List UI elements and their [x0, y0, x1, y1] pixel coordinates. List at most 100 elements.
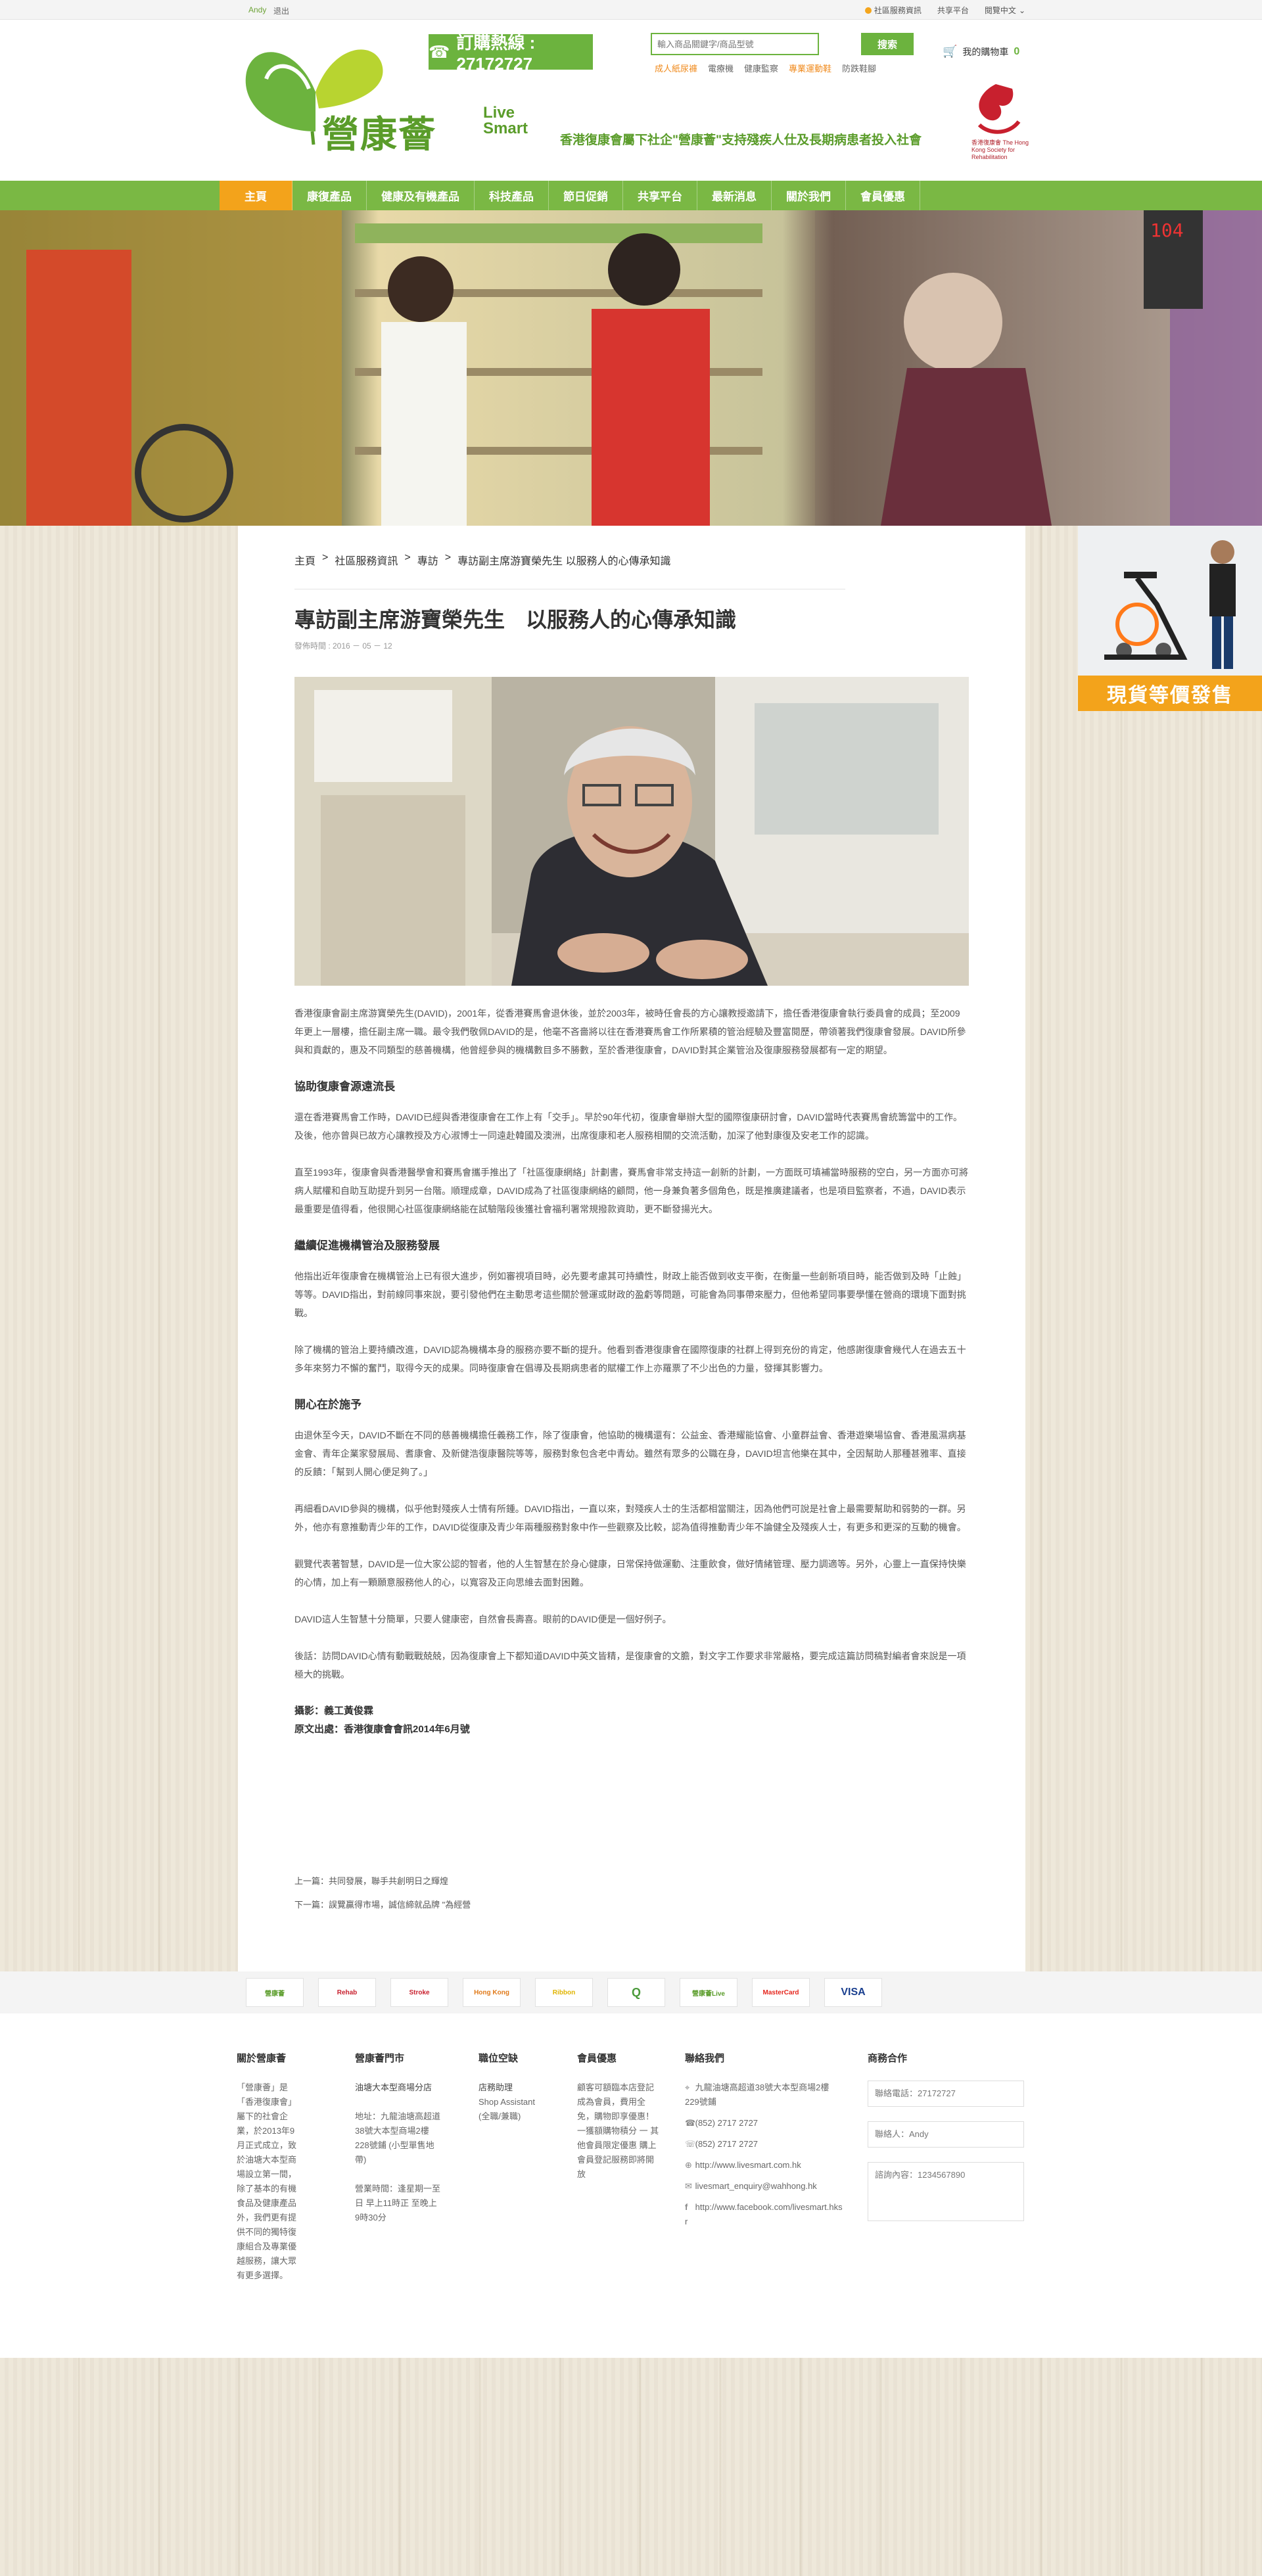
- contact-fax: ☏ (852) 2717 2727: [685, 2137, 843, 2151]
- nav-member[interactable]: 會員優惠: [846, 181, 920, 210]
- prev-article-link[interactable]: 上一篇：共同發展，聯手共創明日之輝煌: [294, 1870, 471, 1893]
- footer-heading: 關於營康薈: [237, 2053, 287, 2064]
- breadcrumb-community[interactable]: 社區服務資訊: [335, 552, 398, 568]
- hot-search-link[interactable]: 防跌鞋腳: [842, 62, 876, 74]
- footer-heading: 商務合作: [868, 2053, 908, 2064]
- hot-search-link[interactable]: 電療機: [708, 62, 734, 74]
- nav-share-platform[interactable]: 共享平台: [623, 181, 697, 210]
- partner-logo[interactable]: Stroke: [390, 1978, 448, 2007]
- contact-website[interactable]: ⊕ http://www.livesmart.com.hk: [685, 2158, 843, 2173]
- bottom-background: [0, 2358, 1262, 2576]
- footer-business: 商務合作 聯絡電話：27172727 聯絡人：Andy 諮詢內容：1234567…: [868, 2052, 1025, 2236]
- business-message-field[interactable]: 諮詢內容：1234567890: [868, 2162, 1024, 2221]
- hkrehab-emblem-icon: [977, 84, 1021, 134]
- store-hours: 營業時間：逢星期一至日 早上11時正 至晚上 9時30分: [355, 2184, 441, 2222]
- next-article-link[interactable]: 下一篇：誤覽贏得市場，誠信締就品牌 "為經營: [294, 1893, 471, 1917]
- facebook-icon: f: [685, 2202, 688, 2212]
- breadcrumb: 主頁 > 社區服務資訊 > 專訪 > 專訪副主席游寶榮先生 以服務人的心傳承知識: [294, 552, 671, 568]
- nav-festival-promo[interactable]: 節日促銷: [549, 181, 623, 210]
- partner-strip: 營康薈 Rehab Stroke Hong Kong Ribbon Q 營康薈L…: [0, 1971, 1262, 2013]
- share-platform-link[interactable]: 共享平台: [937, 5, 969, 16]
- store-name[interactable]: 油塘大本型商場分店: [355, 2081, 440, 2095]
- tagline: 香港復康會屬下社企"營康薈"支持殘疾人仕及長期病患者投入社會: [560, 133, 922, 147]
- community-info-link[interactable]: 社區服務資訊: [864, 5, 922, 16]
- username-link[interactable]: Andy: [248, 5, 266, 14]
- business-contact-field[interactable]: 聯絡人：Andy: [868, 2121, 1024, 2148]
- community-icon: [864, 7, 872, 14]
- contact-email[interactable]: ✉ livesmart_enquiry@wahhong.hk: [685, 2179, 843, 2194]
- article-paragraph: 再細看DAVID參與的機構，似乎他對殘疾人士情有所鍾。DAVID指出，一直以來，…: [294, 1504, 966, 1532]
- article-paragraph: 香港復康會副主席游寶榮先生(DAVID)，2001年，從香港賽馬會退休後，並於2…: [294, 1008, 966, 1055]
- partner-logo[interactable]: MasterCard: [752, 1978, 810, 2007]
- partner-logo[interactable]: 營康薈: [246, 1978, 304, 2007]
- footer-about: 關於營康薈 「營康薈」是「香港復康會」屬下的社會企業，於2013年9月正式成立，…: [237, 2052, 302, 2283]
- hkrehab-logo[interactable]: 香港復康會 The Hong Kong Society for Rehabili…: [960, 79, 1032, 164]
- nav-tech-products[interactable]: 科技產品: [475, 181, 549, 210]
- hot-search-link[interactable]: 成人紙尿褲: [655, 62, 697, 74]
- site-header: 營康薈 Live Smart ☎ 訂購熱線 : 27172727 搜索 成人紙尿…: [0, 20, 1262, 181]
- breadcrumb-current: 專訪副主席游寶榮先生 以服務人的心傳承知識: [457, 556, 671, 567]
- side-advert-banner: 現貨等價發售: [1078, 676, 1262, 711]
- article-container: 主頁 > 社區服務資訊 > 專訪 > 專訪副主席游寶榮先生 以服務人的心傳承知識…: [238, 526, 1025, 1971]
- publish-date: 發佈時間 : 2016 － 05 － 12: [294, 641, 392, 651]
- footer-heading: 會員優惠: [577, 2053, 617, 2064]
- job-link[interactable]: (全職/兼職): [479, 2109, 557, 2124]
- contact-address: ⌖ 九龍油塘高超道38號大本型商場2樓229號鋪: [685, 2081, 843, 2109]
- breadcrumb-separator-icon: >: [444, 552, 452, 563]
- nav-about[interactable]: 關於我們: [772, 181, 846, 210]
- job-link[interactable]: Shop Assistant: [479, 2095, 557, 2109]
- side-advert[interactable]: 現貨等價發售: [1078, 526, 1262, 711]
- partner-logo[interactable]: Q: [607, 1978, 665, 2007]
- member-text: 顧客可額臨本店登記成為會員，費用全免，購物即享優惠！ 一獲額購物積分 一 其他會…: [577, 2082, 659, 2179]
- store-address: 地址：九龍油塘高超道38號大本型商場2樓228號鋪 (小型單售地帶): [355, 2111, 441, 2165]
- article-pagination: 上一篇：共同發展，聯手共創明日之輝煌 下一篇：誤覽贏得市場，誠信締就品牌 "為經…: [294, 1870, 471, 1917]
- partner-logo[interactable]: Hong Kong: [463, 1978, 521, 2007]
- partner-logo[interactable]: VISA: [824, 1978, 882, 2007]
- logo-text: 營康薈: [322, 114, 436, 155]
- breadcrumb-home[interactable]: 主頁: [294, 552, 316, 568]
- mail-icon: ✉: [685, 2181, 692, 2191]
- business-phone-field[interactable]: 聯絡電話：27172727: [868, 2081, 1024, 2107]
- phone-icon: ☎: [685, 2118, 696, 2128]
- search-input[interactable]: [651, 33, 819, 55]
- hot-search-link[interactable]: 專業運動鞋: [789, 62, 831, 74]
- search-button[interactable]: 搜索: [861, 33, 914, 55]
- footer-about-text: 「營康薈」是「香港復康會」屬下的社會企業，於2013年9月正式成立，致於油塘大本…: [237, 2082, 297, 2280]
- article-paragraph: 還在香港賽馬會工作時，DAVID已經與香港復康會在工作上有「交手」。早於90年代…: [294, 1112, 963, 1141]
- article-title: 專訪副主席游寶榮先生 以服務人的心傳承知識: [294, 608, 737, 632]
- hot-search-link[interactable]: 健康監察: [744, 62, 778, 74]
- nav-home[interactable]: 主頁: [220, 181, 292, 210]
- cart-icon: 🛒: [943, 45, 958, 58]
- logout-link[interactable]: 退出: [273, 5, 289, 16]
- partner-logo[interactable]: Rehab: [318, 1978, 376, 2007]
- footer-member: 會員優惠 顧客可額臨本店登記成為會員，費用全免，購物即享優惠！ 一獲額購物積分 …: [577, 2052, 661, 2182]
- footer-contact: 聯絡我們 ⌖ 九龍油塘高超道38號大本型商場2樓229號鋪 ☎ (852) 27…: [685, 2052, 843, 2236]
- article-subheading: 協助復康會源遠流長: [294, 1080, 395, 1093]
- article-photo: [294, 677, 969, 986]
- breadcrumb-separator-icon: >: [322, 552, 329, 563]
- language-switch[interactable]: 閱覽中文 ⌄: [985, 5, 1025, 16]
- partner-logo[interactable]: Ribbon: [535, 1978, 593, 2007]
- breadcrumb-interview[interactable]: 專訪: [417, 552, 438, 568]
- article-paragraph: 直至1993年，復康會與香港醫學會和賽馬會攜手推出了「社區復康網絡」計劃書，賽馬…: [294, 1167, 969, 1214]
- portrait-image: [294, 677, 969, 986]
- footer-heading: 聯絡我們: [685, 2053, 725, 2064]
- cart-link[interactable]: 🛒 我的購物車 0: [943, 45, 1019, 58]
- article-subheading: 繼續促進機構管治及服務發展: [294, 1239, 440, 1252]
- svg-text:104: 104: [1150, 219, 1184, 241]
- nav-health-organic[interactable]: 健康及有機產品: [367, 181, 475, 210]
- exercise-bike-image: [1078, 526, 1262, 676]
- partner-logo[interactable]: 營康薈Live: [680, 1978, 737, 2007]
- source-credit: 原文出處：香港復康會會訊2014年6月號: [294, 1724, 470, 1735]
- nav-news[interactable]: 最新消息: [697, 181, 772, 210]
- contact-phone[interactable]: ☎ (852) 2717 2727: [685, 2116, 843, 2130]
- contact-facebook[interactable]: f http://www.facebook.com/livesmart.hksr: [685, 2200, 843, 2229]
- article-body: 香港復康會副主席游寶榮先生(DAVID)，2001年，從香港賽馬會退休後，並於2…: [294, 1004, 969, 1739]
- hotline-badge: ☎ 訂購熱線 : 27172727: [429, 33, 593, 74]
- footer-store: 營康薈門市 油塘大本型商場分店 地址：九龍油塘高超道38號大本型商場2樓228號…: [355, 2052, 440, 2225]
- top-utility-bar: Andy 退出 社區服務資訊 共享平台 閱覽中文 ⌄: [0, 0, 1262, 20]
- hkrehab-caption: 香港復康會 The Hong Kong Society for Rehabili…: [971, 139, 1029, 160]
- photo-credit: 攝影：義工黃俊霖: [294, 1705, 374, 1716]
- job-link[interactable]: 店務助理: [479, 2081, 557, 2095]
- nav-rehab-products[interactable]: 康復產品: [292, 181, 367, 210]
